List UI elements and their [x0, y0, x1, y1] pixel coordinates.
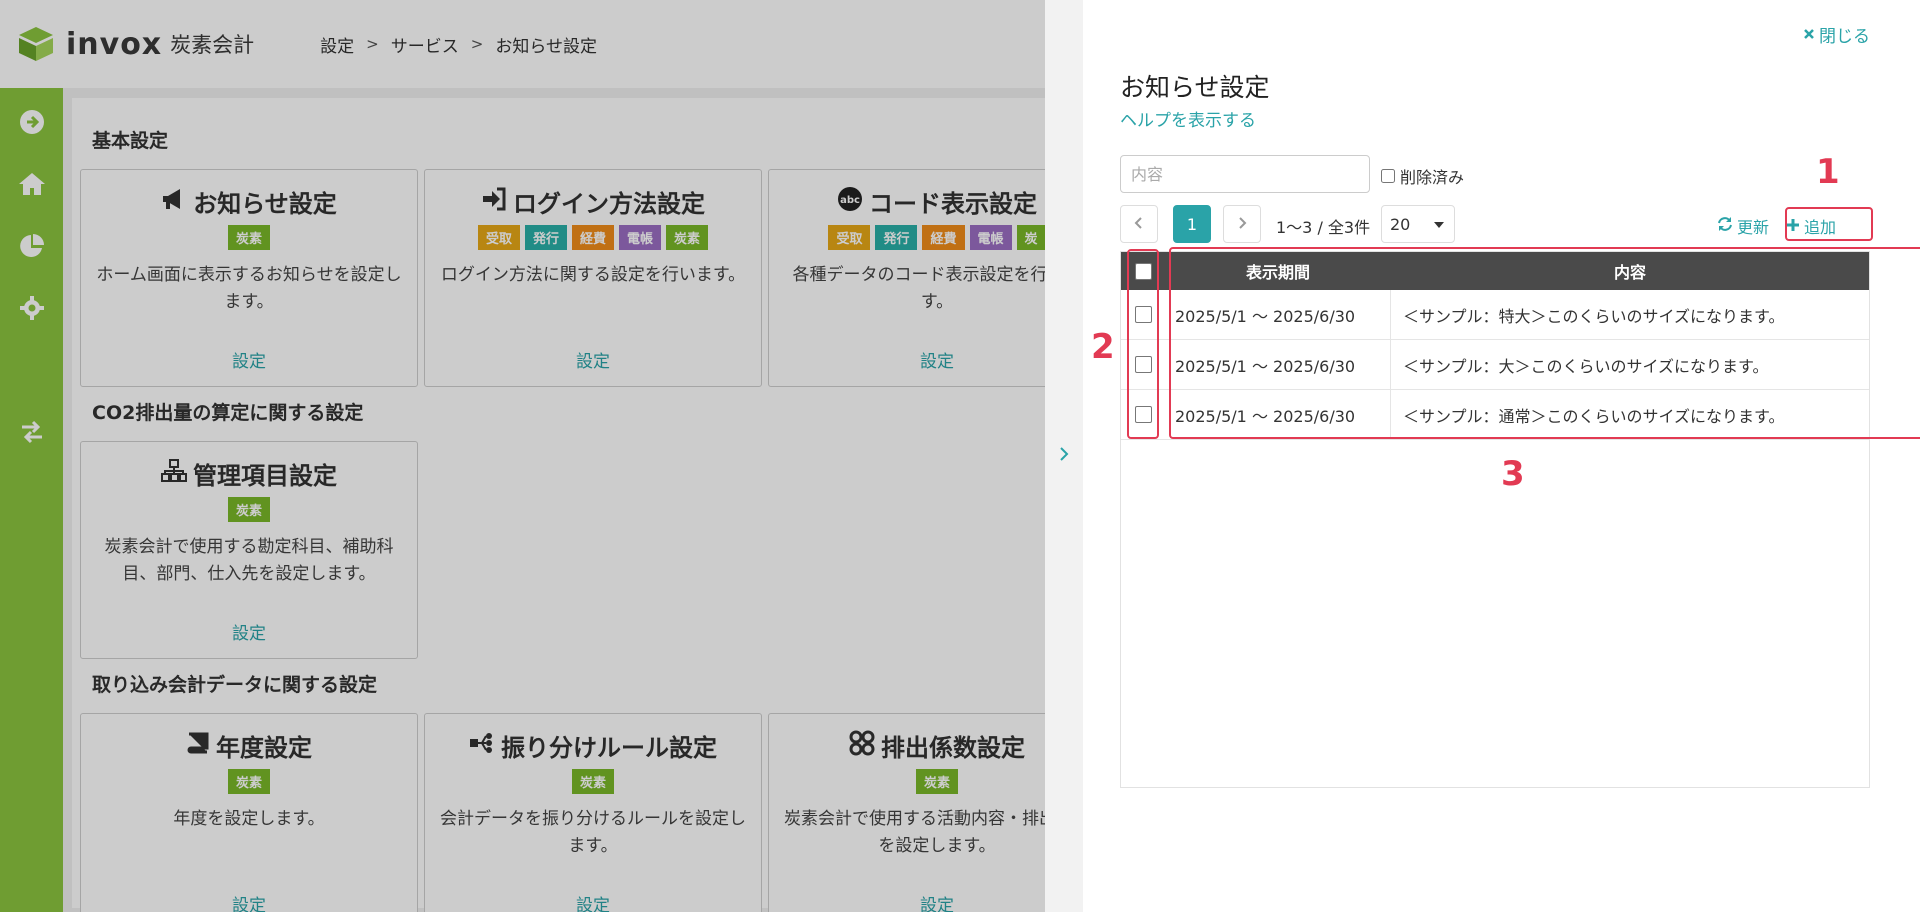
- close-button[interactable]: 閉じる: [1803, 22, 1870, 47]
- annotation-number-3: 3: [1501, 454, 1525, 494]
- chevron-left-icon: [1134, 215, 1144, 234]
- show-deleted-check[interactable]: [1381, 169, 1395, 183]
- page-info: 1〜3 / 全3件: [1276, 218, 1371, 237]
- background-app: invox 炭素会計 設定 > サービス > お知らせ設定 基本設定 お知らせ設…: [0, 0, 1045, 912]
- page-size-value: 20: [1390, 214, 1411, 234]
- annotation-number-1: 1: [1816, 152, 1840, 192]
- close-label: 閉じる: [1819, 27, 1870, 47]
- chevron-right-icon: [1237, 215, 1247, 234]
- prev-page-button[interactable]: [1120, 205, 1158, 243]
- notice-settings-panel: 閉じる お知らせ設定 ヘルプを表示する 削除済み 1 1〜3 / 全3件 20 …: [1083, 0, 1920, 912]
- help-link[interactable]: ヘルプを表示する: [1120, 106, 1256, 131]
- page-button-current[interactable]: 1: [1173, 205, 1211, 243]
- annotation-box-add: [1785, 207, 1873, 241]
- close-icon: [1803, 25, 1815, 45]
- caret-down-icon: [1434, 222, 1444, 228]
- annotation-number-2: 2: [1091, 327, 1115, 367]
- next-page-button[interactable]: [1223, 205, 1261, 243]
- refresh-button[interactable]: 更新: [1717, 214, 1769, 238]
- panel-title: お知らせ設定: [1120, 73, 1270, 102]
- panel-collapse-strip[interactable]: [1045, 0, 1083, 912]
- search-input[interactable]: [1120, 155, 1370, 193]
- page-size-select[interactable]: 20: [1381, 205, 1455, 243]
- refresh-icon: [1717, 216, 1733, 236]
- modal-overlay[interactable]: [0, 0, 1045, 912]
- chevron-right-icon[interactable]: [1058, 445, 1070, 467]
- show-deleted-label: 削除済み: [1400, 168, 1465, 187]
- show-deleted-checkbox[interactable]: 削除済み: [1381, 164, 1464, 188]
- annotation-box-checkboxes: [1127, 249, 1159, 439]
- annotation-box-rows: [1169, 247, 1920, 439]
- refresh-label: 更新: [1737, 218, 1770, 237]
